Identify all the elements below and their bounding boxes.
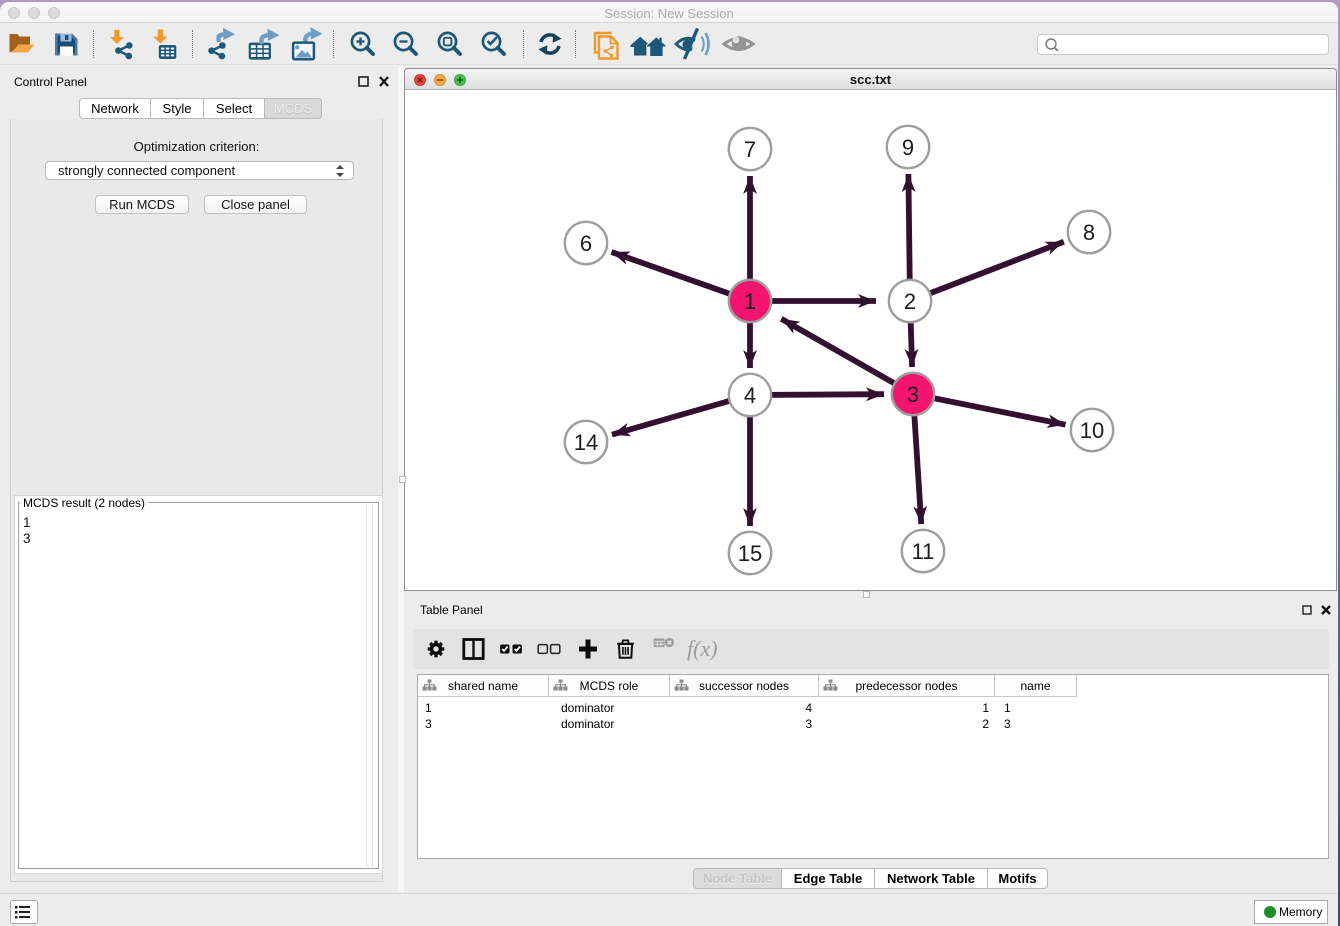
svg-text:6: 6 xyxy=(580,231,592,256)
svg-text:7: 7 xyxy=(744,137,756,162)
svg-text:1: 1 xyxy=(744,289,756,314)
svg-text:10: 10 xyxy=(1080,418,1104,443)
svg-text:3: 3 xyxy=(907,382,919,407)
svg-text:15: 15 xyxy=(738,541,762,566)
svg-text:14: 14 xyxy=(574,430,598,455)
svg-text:11: 11 xyxy=(912,539,935,564)
svg-text:2: 2 xyxy=(904,289,916,314)
svg-text:f(x): f(x) xyxy=(687,636,718,661)
svg-text:8: 8 xyxy=(1083,220,1095,245)
svg-text:9: 9 xyxy=(902,135,914,160)
svg-text:4: 4 xyxy=(744,383,756,408)
